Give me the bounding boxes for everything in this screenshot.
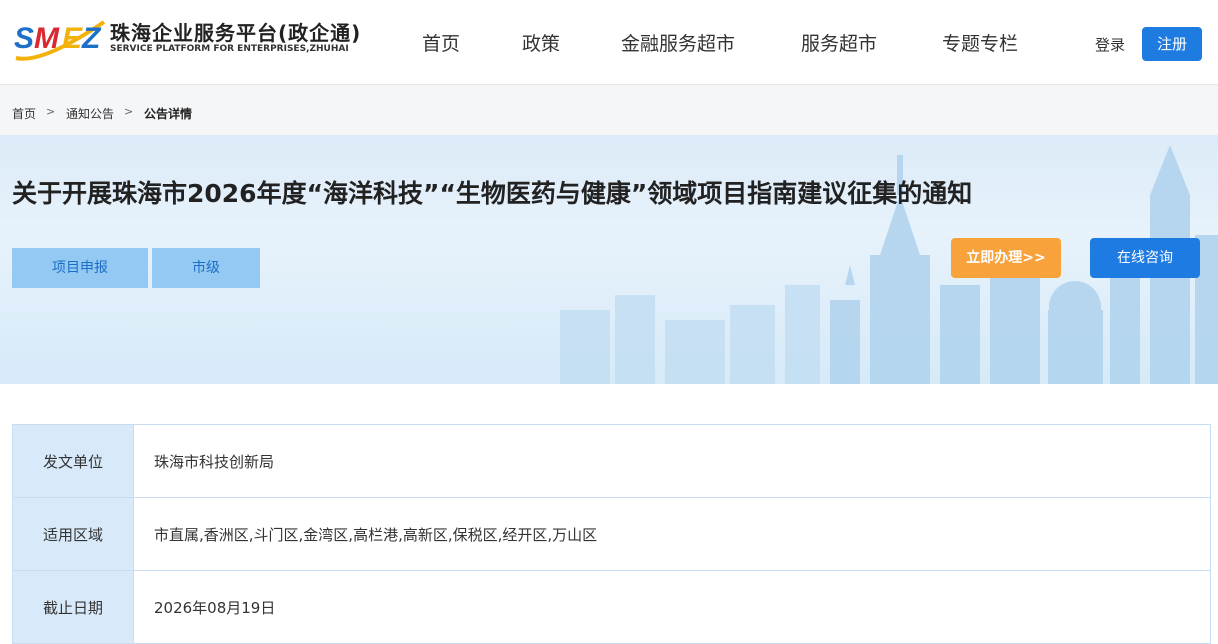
logo-title-cn: 珠海企业服务平台(政企通) [110, 21, 362, 45]
login-link[interactable]: 登录 [1095, 34, 1125, 55]
notice-title: 关于开展珠海市2026年度“海洋科技”“生物医药与健康”领域项目指南建议征集的通… [12, 179, 973, 208]
deadline-label: 截止日期 [12, 570, 134, 644]
table-row: 发文单位 珠海市科技创新局 [12, 424, 1211, 498]
site-header: S M E Z 珠海企业服务平台(政企通) SERVICE PLATFORM F… [0, 0, 1218, 85]
breadcrumb-home[interactable]: 首页 [12, 105, 36, 122]
nav-service-market[interactable]: 服务超市 [801, 0, 877, 84]
site-logo[interactable]: S M E Z 珠海企业服务平台(政企通) SERVICE PLATFORM F… [12, 14, 372, 66]
tag-project-application: 项目申报 [12, 248, 148, 288]
issuer-label: 发文单位 [12, 424, 134, 498]
breadcrumb-separator: > [46, 105, 56, 118]
svg-text:Z: Z [81, 22, 102, 55]
tag-city-level: 市级 [152, 248, 260, 288]
deadline-value: 2026年08月19日 [133, 570, 1211, 644]
smez-logo-icon: S M E Z [14, 20, 106, 61]
logo-title-en: SERVICE PLATFORM FOR ENTERPRISES,ZHUHAI [110, 44, 349, 54]
nav-finance-market[interactable]: 金融服务超市 [621, 0, 735, 84]
table-row: 截止日期 2026年08月19日 [12, 570, 1211, 644]
issuer-value: 珠海市科技创新局 [133, 424, 1211, 498]
notice-details-table: 发文单位 珠海市科技创新局 适用区域 市直属,香洲区,斗门区,金湾区,高栏港,高… [12, 424, 1211, 644]
breadcrumb-notices[interactable]: 通知公告 [66, 105, 114, 122]
apply-now-button[interactable]: 立即办理>> [951, 238, 1061, 278]
svg-text:M: M [34, 22, 60, 55]
region-value: 市直属,香洲区,斗门区,金湾区,高栏港,高新区,保税区,经开区,万山区 [133, 497, 1211, 571]
online-consult-button[interactable]: 在线咨询 [1090, 238, 1200, 278]
svg-text:S: S [14, 22, 34, 55]
table-row: 适用区域 市直属,香洲区,斗门区,金湾区,高栏港,高新区,保税区,经开区,万山区 [12, 497, 1211, 571]
register-button[interactable]: 注册 [1142, 27, 1202, 61]
region-label: 适用区域 [12, 497, 134, 571]
nav-policy[interactable]: 政策 [522, 0, 560, 84]
svg-text:E: E [62, 22, 83, 55]
nav-special-topics[interactable]: 专题专栏 [942, 0, 1018, 84]
breadcrumb-current: 公告详情 [144, 107, 193, 121]
nav-home[interactable]: 首页 [422, 0, 460, 84]
breadcrumb: 首页 > 通知公告 > 公告详情 [0, 85, 1218, 135]
notice-banner: 关于开展珠海市2026年度“海洋科技”“生物医药与健康”领域项目指南建议征集的通… [0, 135, 1218, 384]
breadcrumb-separator: > [124, 105, 134, 118]
